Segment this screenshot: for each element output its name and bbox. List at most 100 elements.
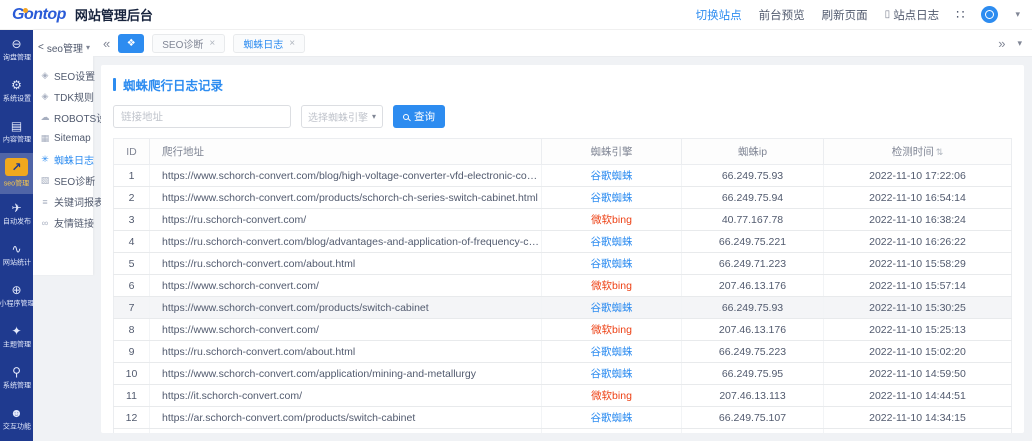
table-row: 13https://ru.schorch-convert.com/product… (114, 429, 1012, 434)
cell-url: https://it.schorch-convert.com/ (150, 385, 542, 407)
rail-item-label: 内容管理 (2, 135, 30, 145)
rail-item-自动发布[interactable]: ✈自动发布 (0, 194, 33, 235)
cell-ip: 66.249.75.223 (682, 341, 824, 363)
user-menu-caret-icon[interactable]: ▾ (1015, 9, 1020, 20)
diagnose-icon: ▧ (40, 175, 50, 186)
cell-url: https://www.schorch-convert.com/products… (150, 297, 542, 319)
close-icon[interactable]: × (289, 38, 295, 49)
keyword-report-icon: ≡ (40, 197, 50, 207)
engine-link[interactable]: 谷歌蜘蛛 (591, 346, 633, 358)
close-icon[interactable]: × (209, 38, 215, 49)
submenu-item-TDK规则[interactable]: ◈TDK规则 (33, 86, 93, 107)
table-row: 6https://www.schorch-convert.com/微软bing2… (114, 275, 1012, 297)
table-row: 4https://ru.schorch-convert.com/blog/adv… (114, 231, 1012, 253)
submenu-item-友情链接[interactable]: ∞友情链接 (33, 212, 93, 233)
cell-id: 7 (114, 297, 150, 319)
submenu-item-SEO诊断[interactable]: ▧SEO诊断 (33, 170, 93, 191)
workspace: 蜘蛛爬行日志记录 选择蜘蛛引擎 ▾ 查询 (93, 57, 1032, 441)
tab-蜘蛛日志[interactable]: 蜘蛛日志× (233, 34, 305, 53)
col-header-time[interactable]: 检测时间⇅ (824, 139, 1012, 165)
header-action-切换站点[interactable]: 切换站点 (696, 7, 742, 23)
theme-icon: ✦ (11, 325, 21, 337)
rail-item-label: 系统管理 (2, 381, 30, 391)
cell-url: https://ru.schorch-convert.com/products/… (150, 429, 542, 434)
engine-link[interactable]: 谷歌蜘蛛 (591, 412, 633, 424)
submenu-item-ROBOTS设置[interactable]: ☁ROBOTS设置 (33, 107, 93, 128)
avatar[interactable] (981, 6, 998, 23)
table-row: 11https://it.schorch-convert.com/微软bing 2… (114, 385, 1012, 407)
submenu-caret-icon: ▾ (86, 43, 90, 52)
header-action-刷新页面[interactable]: 刷新页面 (822, 7, 868, 23)
cell-url: https://ru.schorch-convert.com/about.htm… (150, 253, 542, 275)
cell-url: https://www.schorch-convert.com/ (150, 319, 542, 341)
engine-link[interactable]: 谷歌蜘蛛 (591, 258, 633, 270)
search-icon (403, 114, 409, 120)
engine-link[interactable]: 谷歌蜘蛛 (591, 368, 633, 380)
header-action-前台预览[interactable]: 前台预览 (759, 7, 805, 23)
tab-label: SEO诊断 (162, 36, 203, 51)
rail-item-主题管理[interactable]: ✦主题管理 (0, 317, 33, 358)
cell-id: 2 (114, 187, 150, 209)
engine-link[interactable]: 微软bing (591, 324, 632, 336)
cell-id: 11 (114, 385, 150, 407)
cell-time: 2022-11-10 15:02:20 (824, 341, 1012, 363)
table-row: 5https://ru.schorch-convert.com/about.ht… (114, 253, 1012, 275)
engine-select[interactable]: 选择蜘蛛引擎 ▾ (301, 105, 383, 128)
rail-item-内容管理[interactable]: ▤内容管理 (0, 112, 33, 153)
submenu-item-关键词报表[interactable]: ≡关键词报表 (33, 191, 93, 212)
submenu-item-蜘蛛日志[interactable]: ✳蜘蛛日志 (33, 149, 93, 170)
submenu-item-SEO设置[interactable]: ◈SEO设置 (33, 65, 93, 86)
cell-ip: 66.249.75.95 (682, 363, 824, 385)
rail-item-询盘管理[interactable]: ⊖询盘管理 (0, 30, 33, 71)
cell-ip: 207.46.13.113 (682, 385, 824, 407)
tab-menu-caret-icon[interactable]: ▾ (1017, 38, 1022, 49)
rail-item-label: 小程序管理 (0, 299, 34, 309)
query-button[interactable]: 查询 (393, 105, 445, 128)
cell-time: 2022-11-10 15:25:13 (824, 319, 1012, 341)
header-action-label: 前台预览 (759, 7, 805, 23)
rail-item-交互功能[interactable]: ☻交互功能 (0, 399, 33, 440)
rail-item-label: 交互功能 (2, 422, 30, 432)
engine-link[interactable]: 谷歌蜘蛛 (591, 302, 633, 314)
cell-url: https://www.schorch-convert.com/products… (150, 187, 542, 209)
rail-item-seo管理[interactable]: ↗seo管理 (0, 153, 33, 194)
cell-engine: 谷歌蜘蛛 (542, 165, 682, 187)
cell-ip: 66.249.75.221 (682, 231, 824, 253)
submenu-header[interactable]: < seo管理 ▾ (33, 38, 93, 65)
cell-ip: 66.249.75.93 (682, 297, 824, 319)
engine-link[interactable]: 微软bing (591, 280, 632, 292)
submenu-item-label: Sitemap (54, 133, 91, 144)
engine-link[interactable]: 谷歌蜘蛛 (591, 170, 633, 182)
rail-item-系统管理[interactable]: ⚲系统管理 (0, 358, 33, 399)
cell-url: https://ru.schorch-convert.com/ (150, 209, 542, 231)
tab-overflow-icon[interactable]: » (998, 36, 1005, 51)
rail-item-label: seo管理 (4, 179, 29, 189)
cell-time: 2022-11-10 16:26:22 (824, 231, 1012, 253)
gear-icon: ⚙ (11, 79, 22, 91)
gontop-logo: Gontop (12, 6, 66, 24)
cell-time: 2022-11-10 14:44:51 (824, 385, 1012, 407)
cell-time: 2022-11-10 15:58:29 (824, 253, 1012, 275)
header-action-站点日志[interactable]: ▯站点日志 (885, 7, 940, 23)
engine-link[interactable]: 微软bing (591, 214, 632, 226)
cell-engine: 谷歌蜘蛛 (542, 231, 682, 253)
home-tab-button[interactable]: ❖ (118, 34, 144, 53)
url-search-input[interactable] (113, 105, 291, 128)
submenu-item-label: 蜘蛛日志 (54, 152, 94, 167)
fullscreen-icon[interactable]: ∷ (956, 7, 964, 23)
cell-ip: 207.46.13.176 (682, 275, 824, 297)
engine-link[interactable]: 微软bing (591, 390, 632, 402)
collapse-sidebar-icon[interactable]: « (103, 36, 110, 51)
submenu-item-Sitemap[interactable]: ▦Sitemap (33, 128, 93, 149)
table-row: 8https://www.schorch-convert.com/微软bing2… (114, 319, 1012, 341)
submenu-item-label: SEO设置 (54, 68, 95, 83)
tab-SEO诊断[interactable]: SEO诊断 × (152, 34, 225, 53)
cell-url: https://www.schorch-convert.com/blog/hig… (150, 165, 542, 187)
cell-time: 2022-11-10 14:34:15 (824, 407, 1012, 429)
rail-item-系统设置[interactable]: ⚙系统设置 (0, 71, 33, 112)
cell-id: 13 (114, 429, 150, 434)
rail-item-小程序管理[interactable]: ⊕小程序管理 (0, 276, 33, 317)
engine-link[interactable]: 谷歌蜘蛛 (591, 192, 633, 204)
engine-link[interactable]: 谷歌蜘蛛 (591, 236, 633, 248)
rail-item-网站统计[interactable]: ∿网站统计 (0, 235, 33, 276)
